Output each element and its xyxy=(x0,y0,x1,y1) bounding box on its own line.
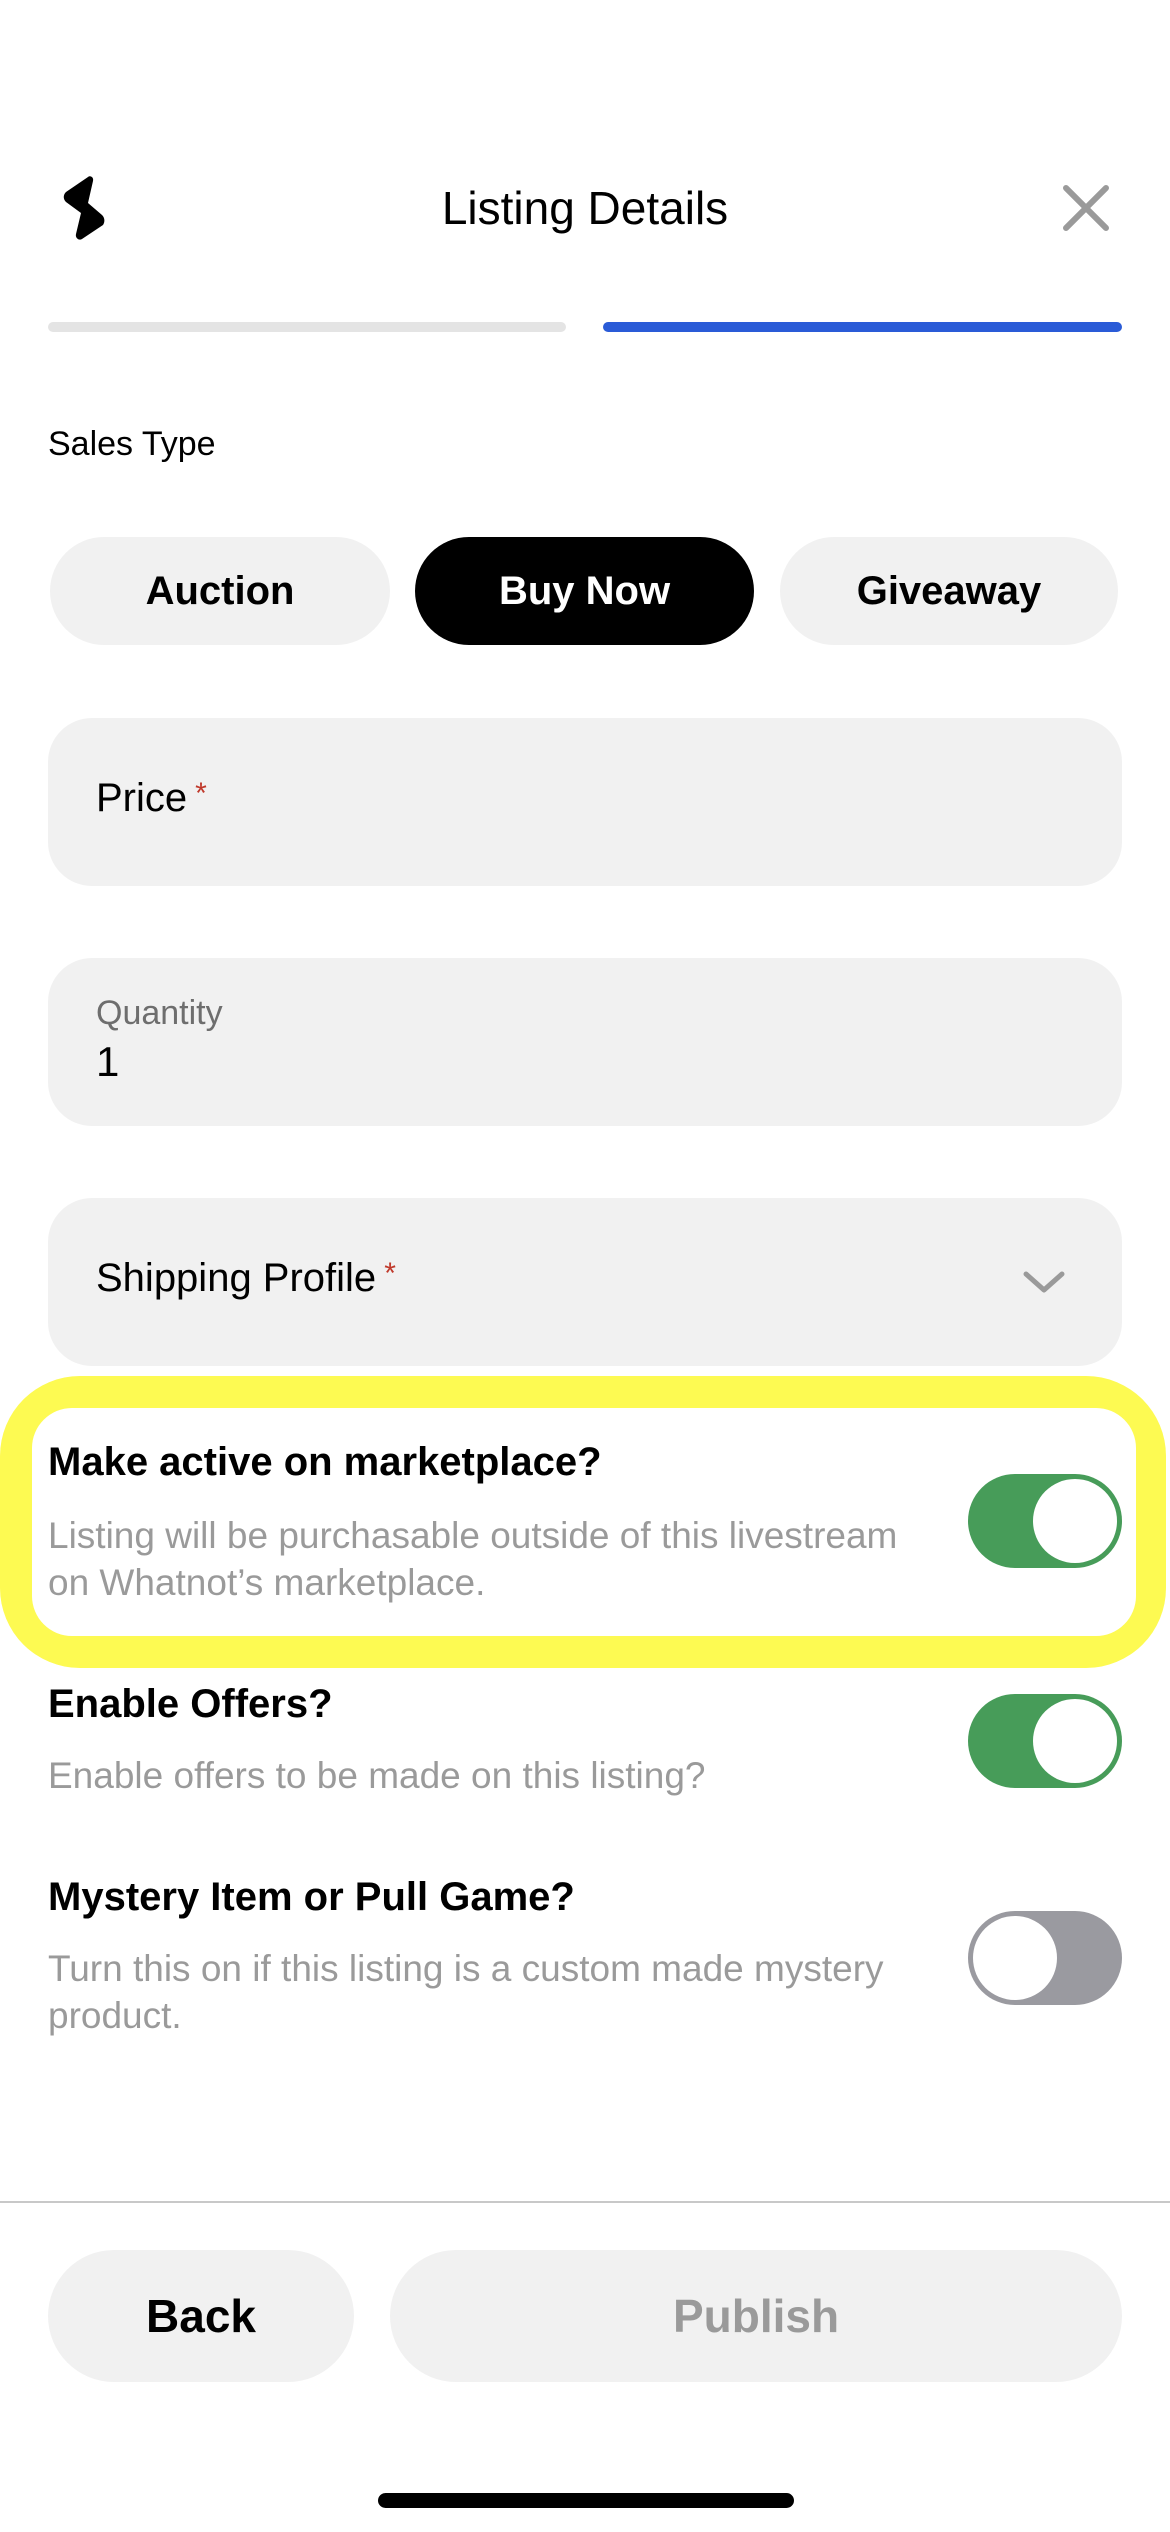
sales-type-auction[interactable]: Auction xyxy=(50,537,390,645)
quantity-label: Quantity xyxy=(96,994,223,1032)
sales-type-giveaway[interactable]: Giveaway xyxy=(780,537,1118,645)
progress-step-2 xyxy=(603,322,1122,332)
offers-option-description: Enable offers to be made on this listing… xyxy=(48,1755,706,1796)
sales-type-label: Sales Type xyxy=(48,425,216,463)
toggle-knob xyxy=(1033,1479,1117,1563)
mystery-toggle[interactable] xyxy=(968,1911,1122,2005)
required-mark: * xyxy=(195,777,207,810)
publish-button[interactable]: Publish xyxy=(390,2250,1122,2382)
marketplace-toggle[interactable] xyxy=(968,1474,1122,1568)
footer-divider xyxy=(0,2201,1170,2203)
required-mark: * xyxy=(384,1257,396,1290)
toggle-knob xyxy=(1033,1699,1117,1783)
mystery-option-title: Mystery Item or Pull Game? xyxy=(48,1875,575,1919)
close-icon[interactable] xyxy=(1058,180,1114,236)
back-button[interactable]: Back xyxy=(48,2250,354,2382)
shipping-profile-select[interactable]: Shipping Profile * xyxy=(48,1198,1122,1366)
home-indicator xyxy=(378,2493,794,2508)
page-title: Listing Details xyxy=(441,182,729,234)
marketplace-option-title: Make active on marketplace? xyxy=(48,1440,602,1484)
mystery-option-description: Turn this on if this listing is a custom… xyxy=(48,1948,884,2036)
quantity-value: 1 xyxy=(96,1038,120,1085)
toggle-knob xyxy=(973,1916,1057,2000)
marketplace-option-description: Listing will be purchasable outside of t… xyxy=(48,1515,898,1603)
progress-step-1 xyxy=(48,322,566,332)
offers-toggle[interactable] xyxy=(968,1694,1122,1788)
shipping-profile-label: Shipping Profile * xyxy=(96,1256,396,1300)
quantity-field[interactable]: Quantity 1 xyxy=(48,958,1122,1126)
price-label: Price * xyxy=(96,776,207,820)
sales-type-buy-now[interactable]: Buy Now xyxy=(415,537,754,645)
offers-option-title: Enable Offers? xyxy=(48,1682,333,1726)
price-field[interactable]: Price * xyxy=(48,718,1122,886)
chevron-down-icon xyxy=(1020,1258,1068,1306)
